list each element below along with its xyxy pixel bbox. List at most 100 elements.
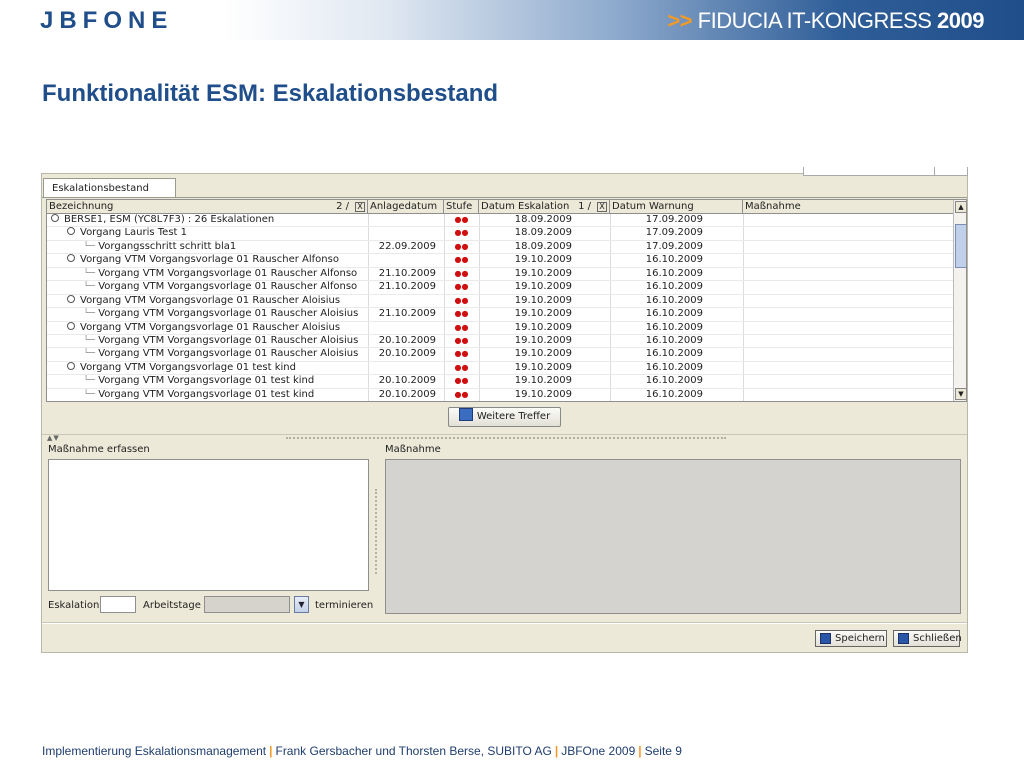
column-header-datum-warnung[interactable]: Datum Warnung bbox=[610, 200, 743, 213]
cell-bezeichnung: Vorgang VTM Vorgangsvorlage 01 test kind bbox=[47, 361, 368, 374]
table-row[interactable]: Vorgang VTM Vorgangsvorlage 01 test kind… bbox=[47, 361, 953, 376]
sort-indicator: 1 / bbox=[578, 201, 591, 212]
tree-node-icon[interactable] bbox=[51, 214, 59, 222]
cell-datum-eskalation: 18.09.2009 bbox=[514, 227, 572, 239]
stufe-indicator-icon: ●● bbox=[454, 322, 469, 332]
cell-datum-warnung: 16.10.2009 bbox=[645, 388, 703, 400]
stufe-indicator-icon: ●● bbox=[454, 241, 469, 251]
vertical-splitter-grip[interactable] bbox=[375, 489, 377, 574]
cell-bezeichnung: └─ Vorgang VTM Vorgangsvorlage 01 Rausch… bbox=[47, 348, 368, 360]
table-row[interactable]: └─ Vorgang VTM Vorgangsvorlage 01 Rausch… bbox=[47, 281, 953, 295]
tab-eskalationsbestand[interactable]: Eskalationsbestand bbox=[43, 178, 176, 198]
tree-node-icon[interactable] bbox=[67, 294, 75, 303]
row-name: Vorgang VTM Vorgangsvorlage 01 Rauscher … bbox=[98, 334, 359, 346]
cell-datum-warnung: 16.10.2009 bbox=[645, 254, 703, 266]
speichern-label: Speichern bbox=[835, 633, 885, 644]
stufe-indicator-icon: ●● bbox=[454, 389, 469, 399]
column-header-massnahme[interactable]: Maßnahme bbox=[743, 200, 953, 213]
tree-node-icon[interactable] bbox=[67, 227, 75, 236]
collapse-arrows-icon[interactable]: ▲▼ bbox=[47, 434, 60, 442]
remove-sort-icon[interactable]: X bbox=[597, 202, 607, 212]
table-row[interactable]: Vorgang VTM Vorgangsvorlage 01 Rauscher … bbox=[47, 294, 953, 309]
slide-title: Funktionalität ESM: Eskalationsbestand bbox=[42, 80, 499, 107]
row-name: Vorgang VTM Vorgangsvorlage 01 test kind bbox=[80, 361, 296, 373]
table-row[interactable]: BERSE1, ESM (YC8L7F3) : 26 Eskalationen ●… bbox=[47, 214, 953, 228]
horizontal-splitter[interactable]: ▲▼ bbox=[42, 434, 967, 442]
stufe-indicator-icon: ●● bbox=[454, 295, 469, 305]
cell-bezeichnung: └─ Vorgang VTM Vorgangsvorlage 01 test k… bbox=[47, 389, 368, 401]
cell-bezeichnung: └─ Vorgangsschritt schritt bla1 bbox=[47, 241, 368, 253]
column-header-anlagedatum[interactable]: Anlagedatum bbox=[368, 200, 444, 213]
row-name: Vorgang VTM Vorgangsvorlage 01 Rauscher … bbox=[80, 254, 339, 266]
cell-bezeichnung: Vorgang VTM Vorgangsvorlage 01 Rauscher … bbox=[47, 294, 368, 307]
table-row[interactable]: └─ Vorgang VTM Vorgangsvorlage 01 test k… bbox=[47, 375, 953, 389]
cell-datum-warnung: 16.10.2009 bbox=[645, 308, 703, 320]
table-row[interactable]: └─ Vorgang VTM Vorgangsvorlage 01 Rausch… bbox=[47, 348, 953, 362]
cell-datum-eskalation: 18.09.2009 bbox=[514, 240, 572, 252]
cell-datum-eskalation: 19.10.2009 bbox=[514, 321, 572, 333]
table-row[interactable]: Vorgang VTM Vorgangsvorlage 01 Rauscher … bbox=[47, 254, 953, 268]
stufe-indicator-icon: ●● bbox=[454, 335, 469, 345]
stufe-indicator-icon: ●● bbox=[454, 215, 469, 224]
column-header-label: Anlagedatum bbox=[370, 201, 438, 212]
tree-branch-icon: └─ bbox=[83, 334, 99, 346]
scroll-down-icon[interactable]: ▼ bbox=[955, 388, 966, 400]
table-row[interactable]: └─ Vorgang VTM Vorgangsvorlage 01 Rausch… bbox=[47, 334, 953, 349]
speichern-button[interactable]: Speichern bbox=[815, 630, 887, 647]
top-search-field[interactable] bbox=[803, 167, 935, 176]
scrollbar-thumb[interactable] bbox=[955, 224, 966, 268]
arbeitstage-select[interactable] bbox=[204, 596, 290, 613]
cell-datum-eskalation: 19.10.2009 bbox=[514, 267, 572, 279]
slide-footer: Implementierung Eskalationsmanagement | Fr… bbox=[42, 744, 682, 758]
row-name: Vorgang VTM Vorgangsvorlage 01 test kind bbox=[98, 388, 315, 400]
weitere-treffer-button[interactable]: Weitere Treffer bbox=[448, 407, 561, 427]
cell-datum-eskalation: 19.10.2009 bbox=[514, 308, 572, 320]
tree-node-icon[interactable] bbox=[67, 321, 75, 330]
header-banner: JBFONE >> FIDUCIA IT-KONGRESS 2009 bbox=[0, 0, 1024, 40]
row-name: Vorgang VTM Vorgangsvorlage 01 Rauscher … bbox=[98, 348, 359, 360]
row-name: Vorgang VTM Vorgangsvorlage 01 Rauscher … bbox=[80, 321, 341, 333]
cell-anlagedatum: 21.10.2009 bbox=[378, 281, 436, 293]
vertical-scrollbar[interactable]: ▲ ▼ bbox=[953, 200, 966, 401]
tree-node-icon[interactable] bbox=[67, 254, 75, 263]
massnahme-display-area bbox=[385, 459, 961, 614]
eskalation-input[interactable] bbox=[100, 596, 136, 613]
table-row[interactable]: Vorgang VTM Vorgangsvorlage 01 Rauscher … bbox=[47, 321, 953, 335]
weitere-treffer-label: Weitere Treffer bbox=[476, 411, 551, 422]
schliessen-button[interactable]: Schließen bbox=[893, 630, 962, 647]
top-search-button[interactable] bbox=[934, 167, 968, 176]
table-body: BERSE1, ESM (YC8L7F3) : 26 Eskalationen ●… bbox=[47, 214, 953, 401]
cell-datum-warnung: 16.10.2009 bbox=[645, 294, 703, 306]
column-header-label: Bezeichnung bbox=[49, 201, 114, 212]
cell-datum-warnung: 17.09.2009 bbox=[645, 227, 703, 239]
table-row[interactable]: └─ Vorgangsschritt schritt bla1 22.09.200… bbox=[47, 240, 953, 255]
massnahme-erfassen-textarea[interactable] bbox=[48, 459, 369, 591]
cell-datum-eskalation: 19.10.2009 bbox=[514, 348, 572, 360]
tree-node-icon[interactable] bbox=[67, 361, 75, 370]
dropdown-arrow-icon[interactable]: ▼ bbox=[294, 596, 309, 613]
column-header-label: Datum Eskalation bbox=[481, 201, 570, 212]
cell-anlagedatum: 20.10.2009 bbox=[378, 348, 436, 360]
row-name: BERSE1, ESM (YC8L7F3) : 26 Eskalationen bbox=[64, 214, 275, 225]
cell-anlagedatum bbox=[368, 254, 444, 266]
footer-product: JBFOne 2009 bbox=[561, 744, 636, 758]
table-row[interactable]: └─ Vorgang VTM Vorgangsvorlage 01 Rausch… bbox=[47, 267, 953, 282]
cell-datum-warnung: 16.10.2009 bbox=[645, 267, 703, 279]
scroll-up-icon[interactable]: ▲ bbox=[955, 201, 966, 213]
cell-datum-warnung: 16.10.2009 bbox=[645, 334, 703, 346]
cell-anlagedatum: 21.10.2009 bbox=[378, 267, 436, 279]
tree-branch-icon: └─ bbox=[83, 388, 99, 400]
remove-sort-icon[interactable]: X bbox=[355, 202, 365, 212]
tree-branch-icon: └─ bbox=[83, 240, 99, 252]
cell-datum-warnung: 16.10.2009 bbox=[645, 281, 703, 293]
column-header-datum-eskalation[interactable]: Datum Eskalation 1 / X bbox=[479, 200, 610, 213]
table-row[interactable]: Vorgang Lauris Test 1 ●● 18.09.2009 17.09.2… bbox=[47, 227, 953, 241]
cell-anlagedatum bbox=[368, 322, 444, 334]
table-row[interactable]: └─ Vorgang VTM Vorgangsvorlage 01 test k… bbox=[47, 388, 953, 401]
cell-datum-eskalation: 19.10.2009 bbox=[514, 361, 572, 373]
congress-title: >> FIDUCIA IT-KONGRESS 2009 bbox=[667, 8, 984, 34]
column-header-bezeichnung[interactable]: Bezeichnung 2 / X bbox=[47, 200, 368, 213]
cell-anlagedatum bbox=[368, 362, 444, 374]
column-header-stufe[interactable]: Stufe bbox=[444, 200, 479, 213]
table-row[interactable]: └─ Vorgang VTM Vorgangsvorlage 01 Rausch… bbox=[47, 308, 953, 322]
